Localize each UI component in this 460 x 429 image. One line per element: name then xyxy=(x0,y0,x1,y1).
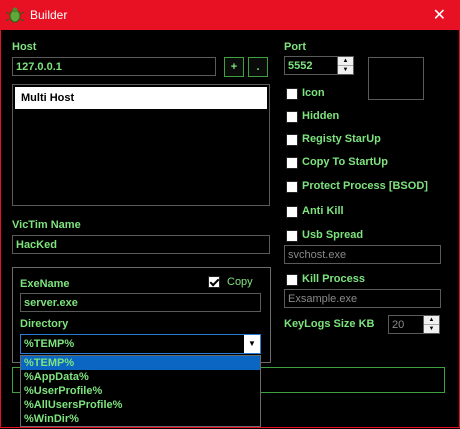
exe-name-input[interactable]: server.exe xyxy=(20,293,261,312)
protect-process-checkbox[interactable] xyxy=(286,181,298,193)
hidden-option-label: Hidden xyxy=(302,110,340,122)
anti-kill-checkbox[interactable] xyxy=(286,206,298,218)
remove-host-button[interactable]: . xyxy=(248,57,268,77)
copy-to-startup-label: Copy To StartUp xyxy=(302,156,388,168)
copy-to-startup-checkbox[interactable] xyxy=(286,157,298,169)
registry-startup-checkbox[interactable] xyxy=(286,134,298,146)
bug-icon xyxy=(6,7,24,23)
close-icon[interactable]: ✕ xyxy=(433,5,446,25)
victim-name-label: VicTim Name xyxy=(12,219,81,231)
spin-down-icon[interactable]: ▼ xyxy=(424,325,439,334)
kill-process-checkbox[interactable] xyxy=(286,274,298,286)
icon-checkbox[interactable] xyxy=(286,88,298,100)
keylogs-size-value: 20 xyxy=(392,319,405,331)
title-bar: Builder ✕ xyxy=(0,0,460,30)
directory-select[interactable]: %TEMP% ▼ xyxy=(20,334,261,354)
kill-process-label: Kill Process xyxy=(302,273,365,285)
victim-name-input[interactable]: HacKed xyxy=(12,235,270,254)
add-host-button[interactable]: + xyxy=(224,57,244,77)
spin-down-icon[interactable]: ▼ xyxy=(338,66,353,75)
dropdown-option-userprofile[interactable]: %UserProfile% xyxy=(21,384,260,398)
spin-up-icon[interactable]: ▲ xyxy=(424,316,439,325)
usb-spread-label: Usb Spread xyxy=(302,229,364,241)
keylogs-size-label: KeyLogs Size KB xyxy=(284,318,375,330)
list-item[interactable]: Multi Host xyxy=(15,87,267,109)
port-label: Port xyxy=(284,41,306,53)
registry-startup-label: Registy StarUp xyxy=(302,133,381,145)
anti-kill-label: Anti Kill xyxy=(302,205,344,217)
copy-label: Copy xyxy=(227,276,253,288)
directory-dropdown[interactable]: %TEMP% %AppData% %UserProfile% %AllUsers… xyxy=(20,355,261,427)
spin-up-icon[interactable]: ▲ xyxy=(338,57,353,66)
dropdown-option-allusersprofile[interactable]: %AllUsersProfile% xyxy=(21,398,260,412)
usb-exe-input[interactable]: svchost.exe xyxy=(284,245,441,264)
keylogs-spinner[interactable]: ▲ ▼ xyxy=(423,316,439,333)
host-list[interactable]: Multi Host xyxy=(12,84,270,206)
hidden-checkbox[interactable] xyxy=(286,111,298,123)
directory-selected: %TEMP% xyxy=(24,338,75,350)
chevron-down-icon[interactable]: ▼ xyxy=(244,335,260,353)
port-value: 5552 xyxy=(288,60,313,72)
icon-preview[interactable] xyxy=(368,57,424,100)
dropdown-option-appdata[interactable]: %AppData% xyxy=(21,370,260,384)
window-title: Builder xyxy=(30,8,68,22)
exe-name-label: ExeName xyxy=(20,278,70,290)
usb-spread-checkbox[interactable] xyxy=(286,230,298,242)
kill-exe-input[interactable]: Exsample.exe xyxy=(284,289,441,308)
dropdown-option-temp[interactable]: %TEMP% xyxy=(21,356,260,370)
host-input[interactable]: 127.0.0.1 xyxy=(12,57,216,76)
directory-label: Directory xyxy=(20,318,69,330)
icon-option-label: Icon xyxy=(302,87,325,99)
copy-checkbox[interactable] xyxy=(208,276,220,288)
protect-process-label: Protect Process [BSOD] xyxy=(302,180,428,192)
dropdown-option-windir[interactable]: %WinDir% xyxy=(21,412,260,426)
port-spinner[interactable]: ▲ ▼ xyxy=(337,57,353,74)
host-label: Host xyxy=(12,41,37,53)
